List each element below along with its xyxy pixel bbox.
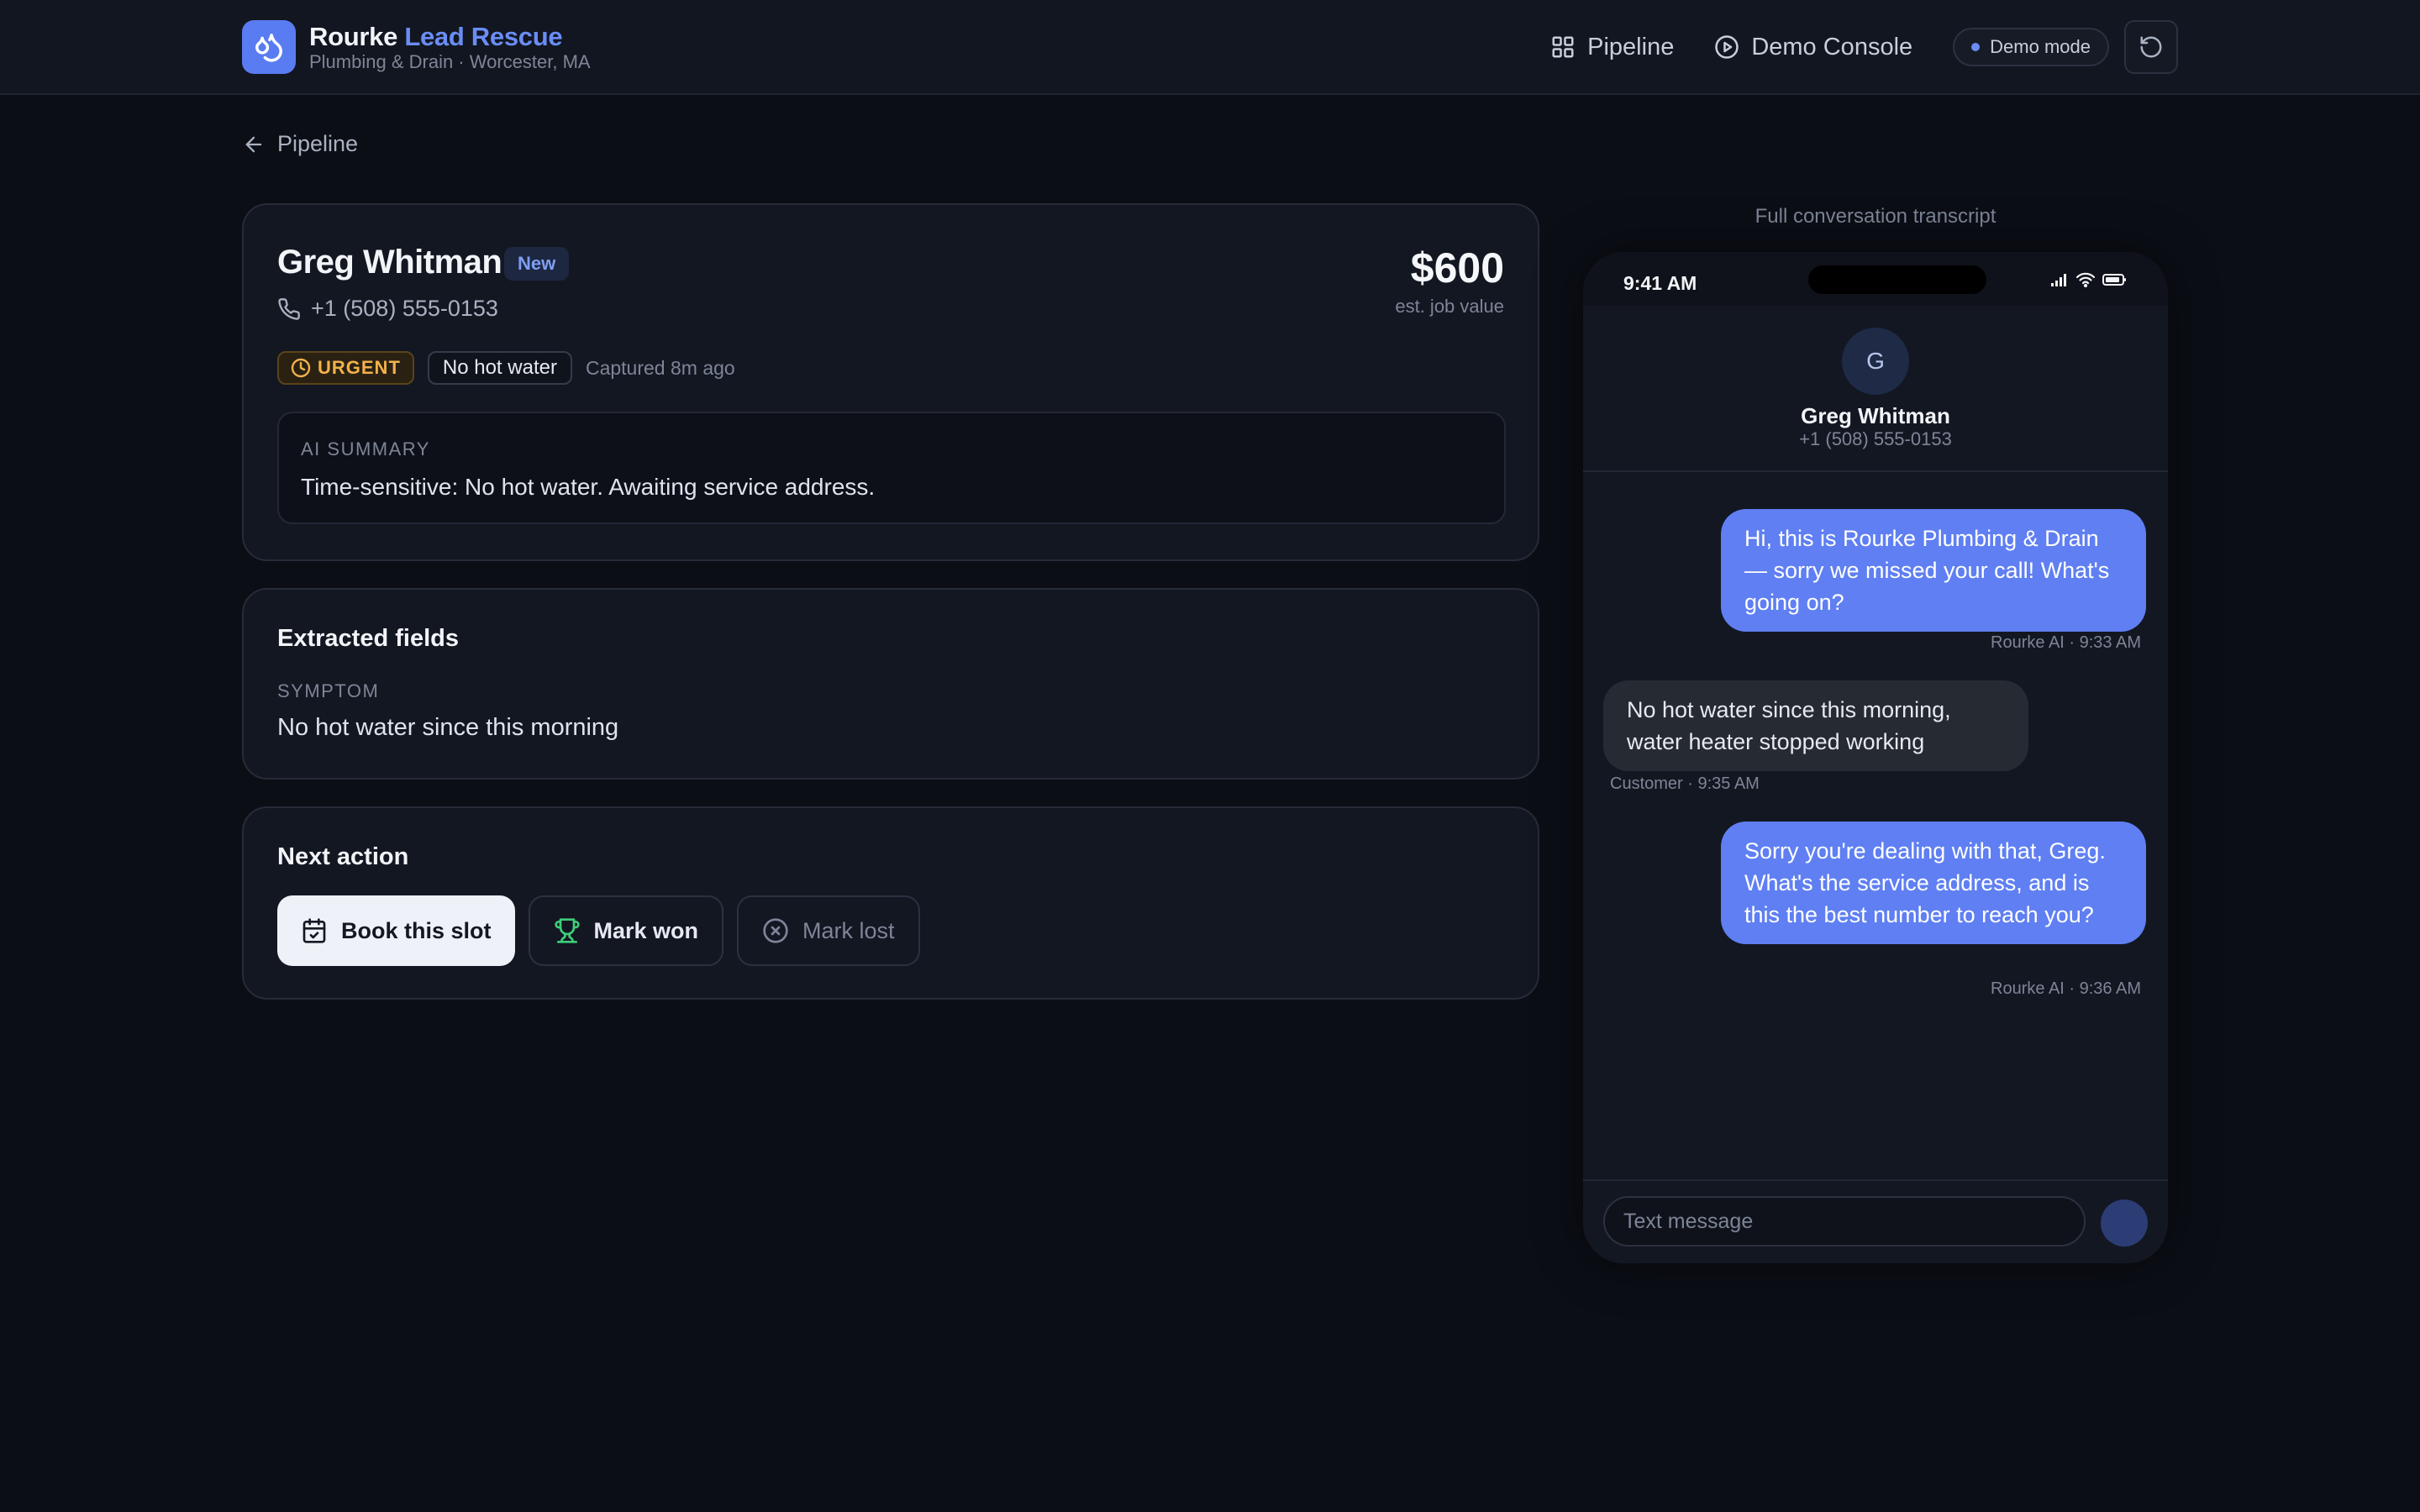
arrow-left-icon — [245, 136, 262, 152]
tag-row: URGENT No hot water Captured 8m ago — [277, 351, 735, 385]
message-bubble-incoming: No hot water since this morning, water h… — [1603, 680, 2028, 771]
demo-mode-label: Demo mode — [1990, 36, 2091, 57]
message-input[interactable] — [1603, 1196, 2086, 1247]
nav-pipeline-label: Pipeline — [1587, 33, 1675, 60]
job-value: $600 — [1410, 244, 1504, 291]
captured-time: Captured 8m ago — [585, 356, 735, 379]
nav-pipeline[interactable]: Pipeline — [1550, 34, 1674, 61]
contact-phone: +1 (508) 555-0153 — [1799, 428, 1952, 449]
transcript-label: Full conversation transcript — [1754, 205, 1996, 228]
extracted-fields-title: Extracted fields — [277, 625, 459, 652]
send-button[interactable] — [2101, 1200, 2148, 1247]
lead-phone[interactable]: +1 (508) 555-0153 — [277, 296, 498, 322]
urgent-badge: URGENT — [277, 351, 414, 385]
lead-card: Greg Whitman New +1 (508) 555-0153 $600 … — [242, 203, 1539, 561]
book-slot-button[interactable]: Book this slot — [277, 895, 515, 966]
mark-won-label: Mark won — [593, 917, 699, 943]
clock-icon — [291, 358, 311, 378]
trophy-icon — [554, 918, 580, 943]
droplets-icon — [242, 20, 296, 74]
book-slot-label: Book this slot — [341, 917, 492, 943]
message-meta: Rourke AI · 9:33 AM — [1991, 633, 2141, 652]
demo-mode-badge[interactable]: Demo mode — [1953, 28, 2109, 66]
demo-mode-dot — [1971, 43, 1981, 51]
top-bar: Rourke Lead Rescue Plumbing & Drain · Wo… — [0, 0, 2420, 95]
symptom-tag: No hot water — [427, 351, 572, 385]
status-time: 9:41 AM — [1623, 272, 1697, 294]
message-meta: Rourke AI · 9:36 AM — [1991, 979, 2141, 998]
calendar-check-icon — [302, 918, 326, 943]
contact-name: Greg Whitman — [1801, 403, 1950, 428]
phone-icon — [278, 297, 300, 320]
ai-summary-label: AI SUMMARY — [301, 438, 430, 459]
next-action-title: Next action — [277, 843, 409, 870]
mark-lost-label: Mark lost — [802, 917, 895, 943]
x-circle-icon — [763, 918, 788, 943]
reset-button[interactable] — [2124, 20, 2178, 74]
phone-status-bar: 9:41 AM — [1583, 252, 2168, 306]
ai-summary: AI SUMMARY Time-sensitive: No hot water.… — [277, 412, 1506, 524]
job-value-label: est. job value — [1395, 296, 1504, 317]
contact-header: G Greg Whitman +1 (508) 555-0153 — [1583, 306, 2168, 472]
dynamic-island — [1808, 265, 1986, 294]
mark-won-button[interactable]: Mark won — [528, 895, 724, 966]
brand-name: Rourke — [309, 22, 398, 51]
back-link[interactable]: Pipeline — [242, 131, 358, 157]
wifi-icon — [2075, 272, 2096, 287]
brand-subtitle: Plumbing & Drain · Worcester, MA — [309, 51, 591, 72]
brand-name-accent: Lead Rescue — [404, 22, 563, 51]
top-nav: Pipeline Demo Console Demo mode — [1550, 18, 2178, 76]
refresh-icon — [2140, 36, 2162, 58]
avatar: G — [1842, 328, 1909, 395]
message-meta: Customer · 9:35 AM — [1610, 774, 1760, 793]
nav-demo-console[interactable]: Demo Console — [1714, 34, 1912, 61]
field-label: SYMPTOM — [277, 680, 380, 701]
play-circle-icon — [1715, 35, 1739, 59]
mark-lost-button[interactable]: Mark lost — [737, 895, 920, 966]
extracted-fields-card: Extracted fields SYMPTOM No hot water si… — [242, 588, 1539, 780]
next-action-card: Next action Book this slot Mark won Mark… — [242, 806, 1539, 1000]
nav-demo-console-label: Demo Console — [1751, 33, 1913, 60]
grid-icon — [1552, 36, 1574, 58]
brand-title: Rourke Lead Rescue — [309, 22, 591, 52]
status-badge: New — [504, 247, 570, 281]
signal-icon — [2051, 274, 2066, 286]
urgent-label: URGENT — [318, 357, 401, 378]
phone-mockup: 9:41 AM G Greg Whitman +1 (508) 555-0153… — [1583, 252, 2168, 1263]
message-bubble-outgoing: Sorry you're dealing with that, Greg. Wh… — [1721, 822, 2146, 944]
status-icons — [2044, 272, 2128, 287]
brand[interactable]: Rourke Lead Rescue Plumbing & Drain · Wo… — [242, 20, 591, 74]
lead-phone-number: +1 (508) 555-0153 — [311, 296, 498, 321]
ai-summary-text: Time-sensitive: No hot water. Awaiting s… — [301, 474, 876, 500]
field-value: No hot water since this morning — [277, 714, 619, 741]
back-label: Pipeline — [277, 131, 359, 156]
message-composer — [1583, 1179, 2168, 1263]
battery-icon — [2102, 274, 2126, 286]
action-buttons: Book this slot Mark won Mark lost — [277, 895, 934, 966]
lead-name: Greg Whitman — [277, 244, 502, 281]
message-bubble-outgoing: Hi, this is Rourke Plumbing & Drain — so… — [1721, 509, 2146, 632]
